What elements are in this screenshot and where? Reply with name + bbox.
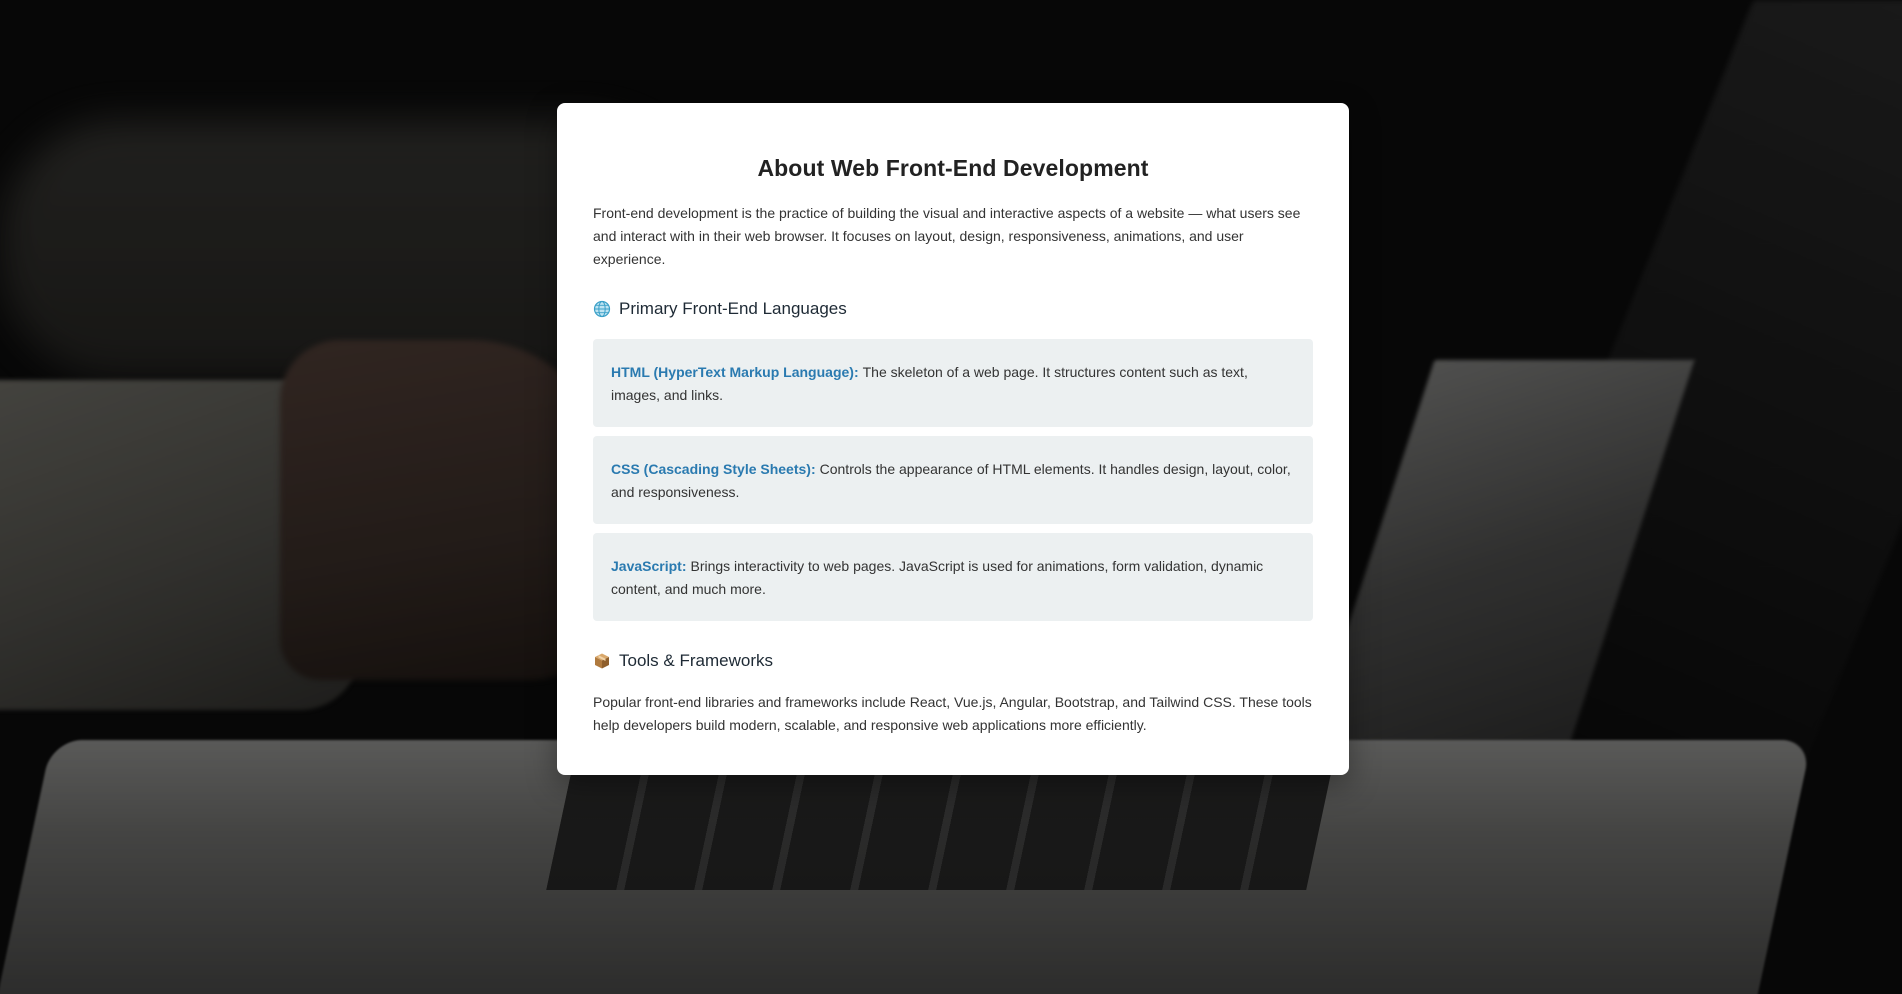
language-item-css: CSS (Cascading Style Sheets): Controls th…: [593, 436, 1313, 524]
globe-icon: [593, 300, 611, 318]
language-item-html: HTML (HyperText Markup Language): The ske…: [593, 339, 1313, 427]
language-name: CSS (Cascading Style Sheets):: [611, 461, 816, 477]
language-name: JavaScript:: [611, 558, 687, 574]
tools-paragraph: Popular front-end libraries and framewor…: [593, 694, 1312, 733]
languages-heading-label: Primary Front-End Languages: [619, 299, 847, 318]
language-name: HTML (HyperText Markup Language):: [611, 364, 859, 380]
language-description: Brings interactivity to web pages. JavaS…: [611, 558, 1264, 597]
tools-heading: Tools & Frameworks: [593, 651, 1313, 671]
language-item-javascript: JavaScript: Brings interactivity to web p…: [593, 533, 1313, 621]
about-card: About Web Front-End Development Front-en…: [557, 103, 1349, 775]
package-icon: [593, 652, 611, 670]
page-title: About Web Front-End Development: [757, 155, 1149, 181]
intro-paragraph: Front-end development is the practice of…: [593, 205, 1301, 267]
tools-heading-label: Tools & Frameworks: [619, 651, 773, 670]
languages-heading: Primary Front-End Languages: [593, 299, 1313, 319]
